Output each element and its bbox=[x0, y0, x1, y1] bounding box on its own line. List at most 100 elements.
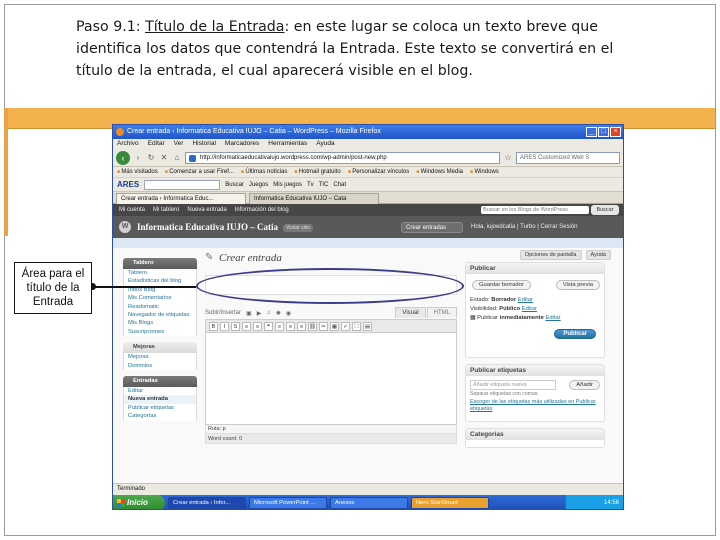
menu-marcadores[interactable]: Marcadores bbox=[225, 139, 259, 149]
entries-dropdown[interactable]: Crear entradas bbox=[401, 222, 463, 233]
menu-historial[interactable]: Historial bbox=[192, 139, 215, 149]
tab-html[interactable]: HTML bbox=[426, 307, 457, 318]
menu-item[interactable]: Editar bbox=[123, 387, 197, 396]
kitchen-sink-button[interactable]: ▤ bbox=[363, 321, 372, 331]
browser-search-input[interactable]: ARES Customized Web S bbox=[516, 151, 620, 164]
more-tag-button[interactable]: ▦ bbox=[330, 321, 339, 331]
maximize-button[interactable]: □ bbox=[598, 127, 609, 137]
bold-button[interactable]: B bbox=[209, 321, 218, 331]
tab-crear-entrada[interactable]: Crear entrada ‹ Informatica Educ... bbox=[116, 193, 246, 204]
bookmark-item[interactable]: Últimas noticias bbox=[241, 167, 287, 177]
menu-item[interactable]: Categorías bbox=[123, 412, 197, 421]
forward-arrow-icon[interactable]: › bbox=[133, 153, 143, 163]
add-poll-icon[interactable]: ◉ bbox=[286, 310, 291, 317]
menu-item[interactable]: Mis Blogs bbox=[123, 319, 197, 328]
bookmark-item[interactable]: Hotmail gratuito bbox=[294, 167, 341, 177]
orange-side-bar bbox=[4, 108, 8, 236]
user-links[interactable]: Hola, iujoedcatia | Turbo | Cerrar Sesió… bbox=[471, 224, 578, 230]
add-tag-button[interactable]: Añadir bbox=[569, 380, 600, 390]
link-button[interactable]: ⛓ bbox=[308, 321, 317, 331]
menu-item[interactable]: Navegador de etiquetas bbox=[123, 311, 197, 320]
close-button[interactable]: × bbox=[610, 127, 621, 137]
choose-tags-link[interactable]: Escoger de las etiquetas más utilizadas … bbox=[466, 398, 604, 414]
taskbar-item-firefox[interactable]: Crear entrada ‹ Infor... bbox=[168, 497, 246, 509]
align-right-button[interactable]: ≡ bbox=[297, 321, 306, 331]
menu-item[interactable]: Publicar etiquetas bbox=[123, 403, 197, 413]
bookmark-item[interactable]: Comenzar a usar Firef... bbox=[165, 167, 234, 177]
screen-options-button[interactable]: Opciones de pantalla bbox=[519, 250, 582, 260]
status-edit-link[interactable]: Editar bbox=[518, 297, 533, 303]
add-image-icon[interactable]: ▣ bbox=[246, 310, 252, 317]
align-left-button[interactable]: ≡ bbox=[275, 321, 284, 331]
align-center-button[interactable]: ≡ bbox=[286, 321, 295, 331]
bullet-list-button[interactable]: ≡ bbox=[242, 321, 251, 331]
toolbar-item[interactable]: Chat bbox=[333, 182, 346, 188]
taskbar-item-anexos[interactable]: Anexos bbox=[330, 497, 408, 509]
home-icon[interactable]: ⌂ bbox=[172, 153, 182, 163]
menu-archivo[interactable]: Archivo bbox=[117, 139, 139, 149]
menu-head-mejoras[interactable]: Mejoras bbox=[123, 342, 197, 354]
menu-item[interactable]: Estadísticas del blog bbox=[123, 277, 197, 286]
title-area-highlight bbox=[196, 268, 464, 304]
preview-button[interactable]: Vista previa bbox=[555, 280, 600, 290]
numbered-list-button[interactable]: ≡ bbox=[253, 321, 262, 331]
menu-head-tablero[interactable]: Tablero bbox=[123, 258, 197, 269]
visibility-edit-link[interactable]: Editar bbox=[522, 306, 537, 312]
bookmark-item[interactable]: Windows bbox=[470, 167, 498, 177]
menu-herramientas[interactable]: Herramientas bbox=[268, 139, 307, 149]
save-draft-button[interactable]: Guardar borrador bbox=[472, 280, 531, 290]
help-button[interactable]: Ayuda bbox=[585, 250, 611, 260]
publish-button[interactable]: Publicar bbox=[554, 329, 596, 339]
menu-item[interactable]: Mis Comentarios bbox=[123, 294, 197, 303]
visit-site-button[interactable]: Visitar sitio bbox=[283, 224, 314, 232]
menu-ayuda[interactable]: Ayuda bbox=[316, 139, 334, 149]
admin-bar-item[interactable]: Mi cuenta bbox=[119, 207, 145, 213]
bookmark-item[interactable]: Más visitados bbox=[117, 167, 157, 177]
toolbar-item[interactable]: TIC bbox=[319, 182, 329, 188]
taskbar-item-powerpoint[interactable]: Microsoft PowerPoint ... bbox=[249, 497, 327, 509]
toolbar-item[interactable]: Buscar bbox=[225, 182, 244, 188]
bookmark-item[interactable]: Personalizar vínculos bbox=[348, 167, 409, 177]
menu-ver[interactable]: Ver bbox=[174, 139, 184, 149]
menu-item[interactable]: Dominios bbox=[123, 361, 197, 371]
menu-head-entradas[interactable]: Entradas bbox=[123, 376, 197, 388]
spellcheck-button[interactable]: ✓ bbox=[341, 321, 350, 331]
start-button[interactable]: Inicio bbox=[113, 495, 165, 509]
strikethrough-button[interactable]: S bbox=[231, 321, 240, 331]
admin-bar-item[interactable]: Nueva entrada bbox=[187, 207, 226, 213]
tab-visual[interactable]: Visual bbox=[395, 307, 426, 318]
toolbar-item[interactable]: Tv bbox=[307, 182, 314, 188]
menu-item[interactable]: Mejoras bbox=[123, 353, 197, 362]
bookmark-item[interactable]: Windows Media bbox=[416, 167, 463, 177]
toolbar-item[interactable]: Juegos bbox=[249, 182, 268, 188]
wp-search-button[interactable]: Buscar bbox=[591, 205, 619, 215]
menu-item[interactable]: Readomatic bbox=[123, 302, 197, 312]
taskbar-item-nero[interactable]: Nero StartSmart bbox=[411, 497, 489, 509]
schedule-edit-link[interactable]: Editar bbox=[545, 315, 560, 321]
bookmark-star-icon[interactable]: ☆ bbox=[503, 153, 513, 163]
back-arrow-icon[interactable]: ‹ bbox=[116, 150, 130, 165]
ares-search-input[interactable] bbox=[144, 179, 221, 190]
fullscreen-button[interactable]: ⛶ bbox=[352, 321, 361, 331]
menu-item[interactable]: Tablero bbox=[123, 269, 197, 278]
tab-blog[interactable]: Informatica Educativa IUJO – Cata bbox=[249, 193, 379, 204]
post-content-editor[interactable] bbox=[205, 333, 457, 425]
menu-item[interactable]: Suscripciones bbox=[123, 327, 197, 337]
stop-icon[interactable]: ✕ bbox=[159, 153, 169, 163]
add-audio-icon[interactable]: ♫ bbox=[266, 310, 271, 316]
admin-bar-item[interactable]: Información del blog bbox=[235, 207, 289, 213]
italic-button[interactable]: I bbox=[220, 321, 229, 331]
wp-search-input[interactable]: Buscar en los Blogs de WordPress bbox=[481, 206, 589, 214]
unlink-button[interactable]: ✂ bbox=[319, 321, 328, 331]
address-bar[interactable]: http://informaticaeducativaiujo.wordpres… bbox=[185, 151, 500, 164]
blockquote-button[interactable]: ❝ bbox=[264, 321, 273, 331]
menu-editar[interactable]: Editar bbox=[148, 139, 165, 149]
menu-item-nueva-entrada[interactable]: Nueva entrada bbox=[123, 395, 197, 404]
admin-bar-item[interactable]: Mi tablero bbox=[153, 207, 179, 213]
new-tag-input[interactable]: Añadir etiqueta nueva bbox=[470, 380, 556, 390]
minimize-button[interactable]: _ bbox=[586, 127, 597, 137]
add-video-icon[interactable]: ▶ bbox=[257, 310, 262, 317]
toolbar-item[interactable]: Mis juegos bbox=[273, 182, 302, 188]
add-media-icon[interactable]: ✺ bbox=[276, 310, 281, 317]
reload-icon[interactable]: ↻ bbox=[146, 153, 156, 163]
